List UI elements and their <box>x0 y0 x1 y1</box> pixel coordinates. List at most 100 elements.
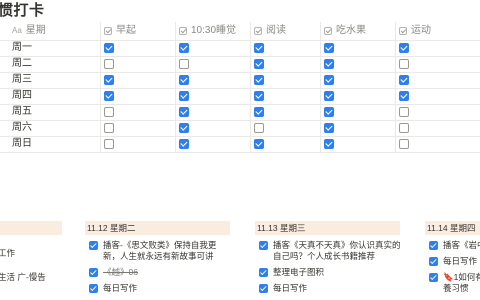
day-cell[interactable]: 周一 <box>12 40 32 56</box>
task-item[interactable]: 播客-《思文败类》保持自我更 新，人生就永远有新故事可讲 <box>89 240 230 262</box>
row-divider <box>0 56 480 57</box>
habit-checkbox[interactable] <box>324 43 334 53</box>
checkbox-type-icon <box>179 27 187 35</box>
left-card-text: 生活 广-慢告 <box>0 272 46 282</box>
row-divider <box>0 120 480 121</box>
page-title: 惯打卡 <box>0 2 45 19</box>
column-header[interactable]: 10:30睡觉 <box>179 22 236 40</box>
column-header-label: 星期 <box>25 25 46 36</box>
day-cell[interactable]: 周日 <box>12 136 32 152</box>
task-checkbox[interactable] <box>259 241 268 250</box>
task-label: 新，人生就永远有新故事可讲 <box>103 251 214 261</box>
column-header-label: 10:30睡觉 <box>191 25 237 36</box>
day-column-header: 11.13 星期三 <box>255 221 400 235</box>
row-divider <box>0 152 480 153</box>
checkbox-type-icon <box>254 27 262 35</box>
column-divider <box>100 22 101 152</box>
checkbox-type-icon <box>399 27 407 35</box>
task-label: 🔖1如何有 <box>443 272 480 282</box>
task-label: 每日写作 <box>273 283 308 293</box>
habit-checkbox[interactable] <box>179 91 189 101</box>
habit-checkbox[interactable] <box>104 91 114 101</box>
column-header-label: 运动 <box>411 25 431 36</box>
task-checkbox[interactable] <box>89 284 98 293</box>
task-item[interactable]: 整理电子图积 <box>259 267 400 278</box>
checkbox-type-icon <box>104 27 112 35</box>
habit-checkbox[interactable] <box>324 59 334 69</box>
habit-checkbox[interactable] <box>179 43 189 53</box>
task-item[interactable]: 《越》06 <box>89 267 230 278</box>
habit-checkbox[interactable] <box>179 139 189 149</box>
task-item[interactable]: 播客《岩中 <box>429 240 480 251</box>
habit-checkbox[interactable] <box>104 75 114 85</box>
habit-checkbox[interactable] <box>399 91 409 101</box>
column-header[interactable]: 早起 <box>104 22 136 40</box>
habit-checkbox[interactable] <box>254 75 264 85</box>
column-header-label: 早起 <box>116 25 136 36</box>
day-cell[interactable]: 周四 <box>12 88 32 104</box>
habit-checkbox[interactable] <box>179 75 189 85</box>
habit-checkbox[interactable] <box>399 107 409 117</box>
day-cell[interactable]: 周三 <box>12 72 32 88</box>
column-divider <box>320 22 321 152</box>
row-divider <box>0 88 480 89</box>
habit-checkbox[interactable] <box>254 43 264 53</box>
task-item[interactable]: 每日写作 <box>429 256 480 267</box>
task-label: 《越》06 <box>103 267 138 277</box>
task-checkbox[interactable] <box>89 241 98 250</box>
column-header-partial <box>0 221 62 235</box>
task-checkbox[interactable] <box>429 257 438 266</box>
habit-checkbox[interactable] <box>254 123 264 133</box>
habit-checkbox[interactable] <box>399 139 409 149</box>
habit-checkbox[interactable] <box>104 59 114 69</box>
column-header[interactable]: 阅读 <box>254 22 286 40</box>
habit-checkbox[interactable] <box>179 123 189 133</box>
habit-checkbox[interactable] <box>324 107 334 117</box>
day-cell[interactable]: 周五 <box>12 104 32 120</box>
habit-checkbox[interactable] <box>179 59 189 69</box>
habit-checkbox[interactable] <box>324 123 334 133</box>
habit-checkbox[interactable] <box>399 75 409 85</box>
row-divider <box>0 136 480 137</box>
habit-checkbox[interactable] <box>254 107 264 117</box>
day-column-header: 11.14 星期四 <box>425 221 480 235</box>
task-item[interactable]: 播客《天真不天真》你认识真实的 自己吗？个人成长书籍推荐 <box>259 240 401 262</box>
habit-checkbox[interactable] <box>399 43 409 53</box>
habit-checkbox[interactable] <box>104 43 114 53</box>
task-label: 養习惯 <box>443 283 469 293</box>
task-item[interactable]: 每日写作 <box>89 283 230 294</box>
checkbox-type-icon <box>324 27 332 35</box>
row-divider <box>0 40 480 41</box>
habit-checkbox[interactable] <box>399 59 409 69</box>
task-checkbox[interactable] <box>259 284 268 293</box>
column-header[interactable]: 运动 <box>399 22 431 40</box>
left-card-text: 工作 <box>0 248 16 258</box>
day-cell[interactable]: 周二 <box>12 56 32 72</box>
habit-checkbox[interactable] <box>324 75 334 85</box>
column-header[interactable]: Aa 星期 <box>12 22 46 40</box>
habit-checkbox[interactable] <box>104 139 114 149</box>
task-label: 自己吗？个人成长书籍推荐 <box>273 251 376 261</box>
habit-checkbox[interactable] <box>399 123 409 133</box>
habit-checkbox[interactable] <box>104 107 114 117</box>
task-item[interactable]: 每日写作 <box>259 283 400 294</box>
task-item[interactable]: 🔖1如何有 養习惯 <box>429 272 480 294</box>
task-checkbox[interactable] <box>259 268 268 277</box>
task-checkbox[interactable] <box>89 268 98 277</box>
habit-checkbox[interactable] <box>324 139 334 149</box>
task-checkbox[interactable] <box>429 273 438 282</box>
task-checkbox[interactable] <box>429 241 438 250</box>
row-divider <box>0 104 480 105</box>
habit-checkbox[interactable] <box>254 139 264 149</box>
habit-checkbox[interactable] <box>254 91 264 101</box>
habit-checkbox[interactable] <box>254 59 264 69</box>
habit-checkbox[interactable] <box>179 107 189 117</box>
column-header[interactable]: 吃水果 <box>324 22 366 40</box>
habit-checkbox[interactable] <box>324 91 334 101</box>
task-label: 每日写作 <box>103 283 138 293</box>
column-divider <box>395 22 396 152</box>
text-type-icon: Aa <box>12 26 22 35</box>
column-divider <box>175 22 176 152</box>
habit-checkbox[interactable] <box>104 123 114 133</box>
day-cell[interactable]: 周六 <box>12 120 32 136</box>
